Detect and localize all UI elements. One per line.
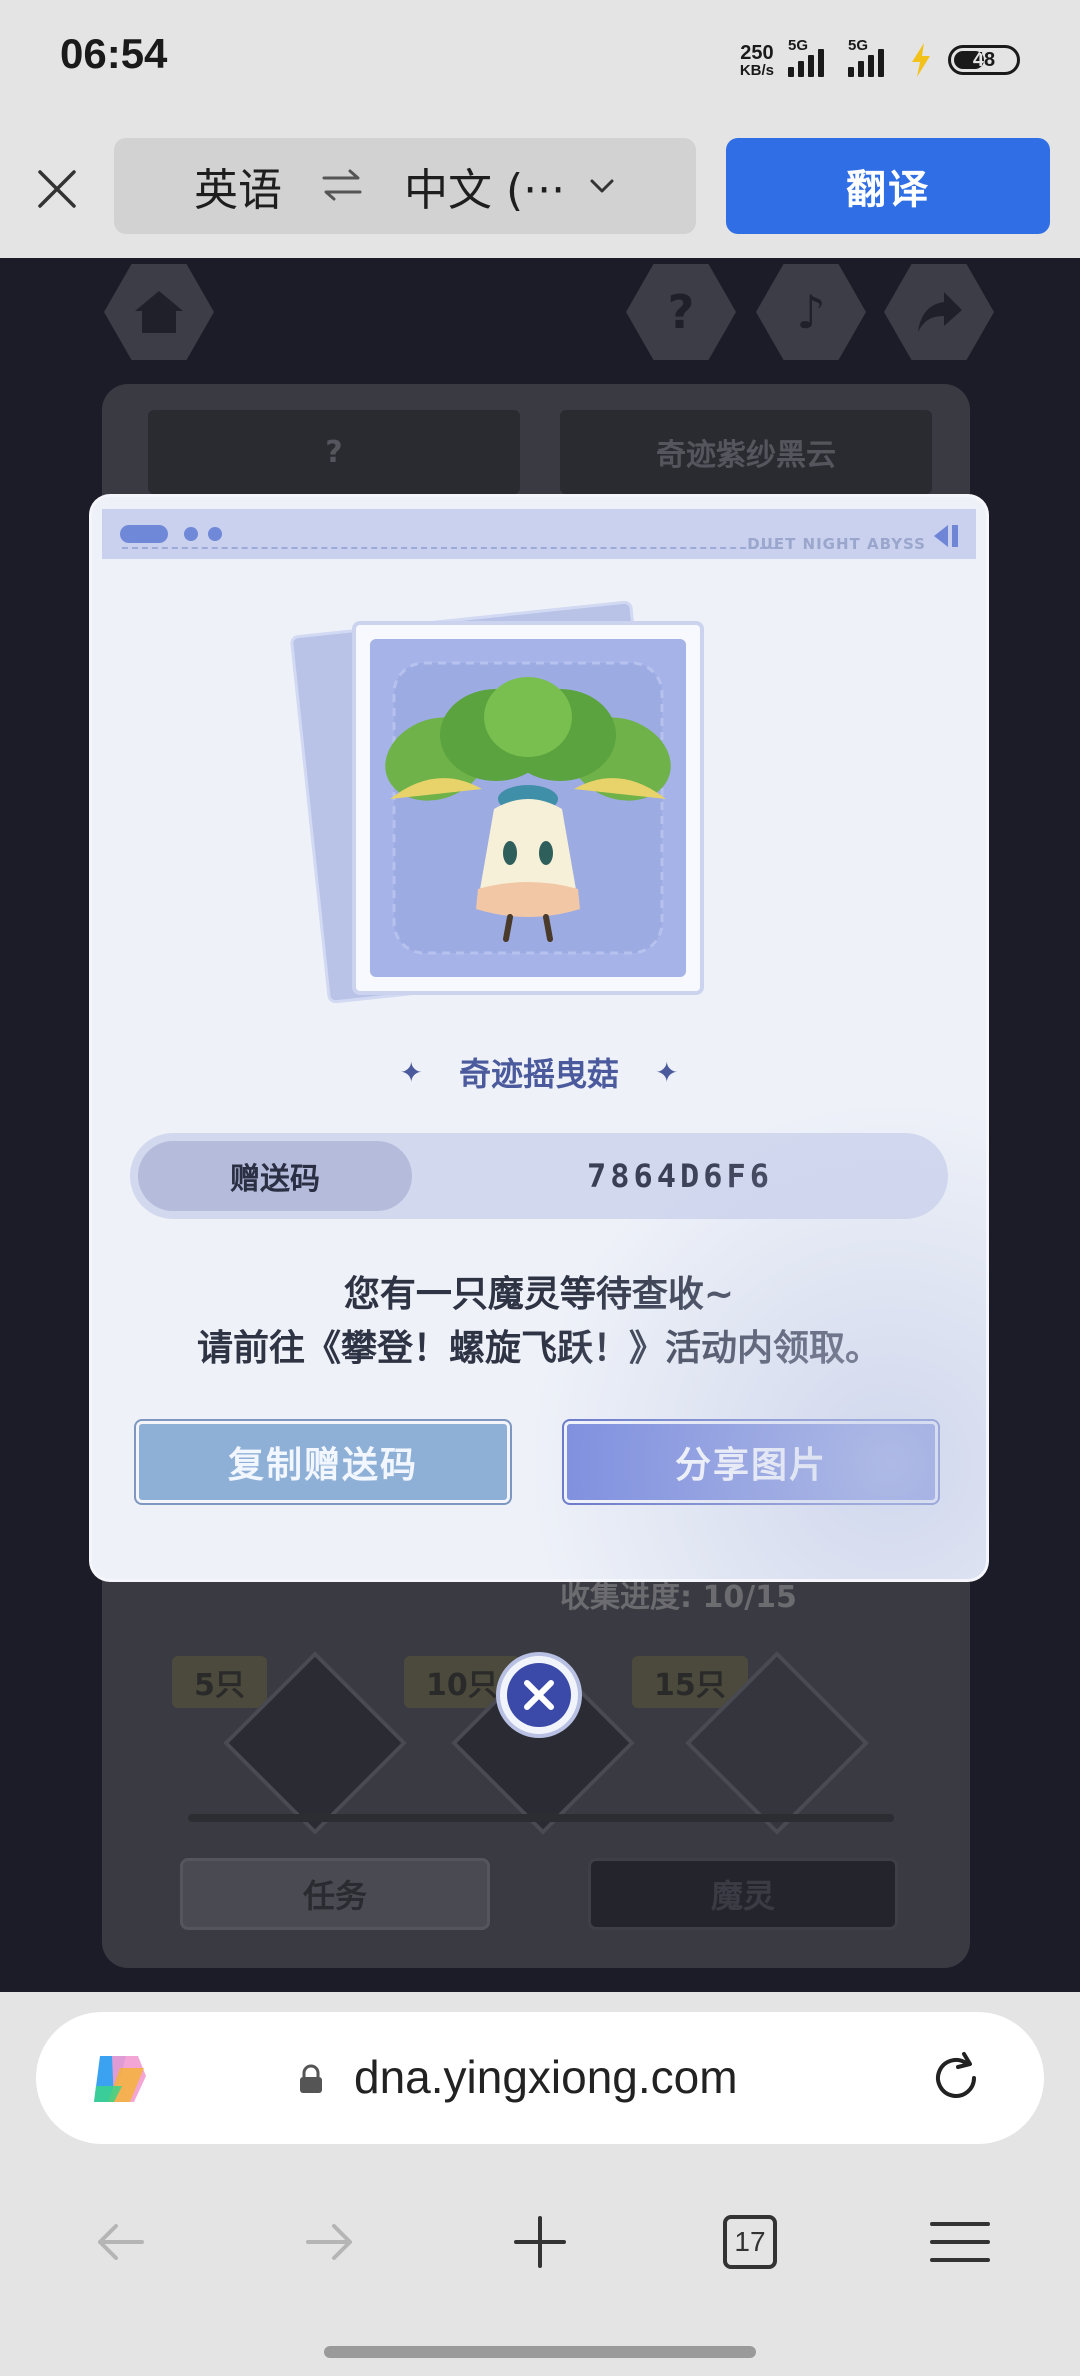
- charging-bolt-icon: [912, 43, 930, 77]
- home-icon: [135, 291, 183, 333]
- forward-button[interactable]: [298, 2210, 362, 2274]
- back-icon: [98, 2224, 144, 2260]
- message-line-2: 请前往《攀登！螺旋飞跃！》活动内领取。: [196, 1328, 881, 1369]
- message-line-1: 您有一只魔灵等待查收~: [343, 1274, 735, 1315]
- copy-gift-code-button[interactable]: 复制赠送码: [136, 1421, 510, 1503]
- close-icon: [524, 1680, 554, 1710]
- music-icon: ♪: [796, 285, 826, 339]
- sparkle-right-icon: ✦: [655, 1055, 679, 1089]
- forward-icon: [306, 2224, 352, 2260]
- spirit-portrait: [370, 639, 686, 977]
- header-arrow-icon: [934, 525, 958, 547]
- new-tab-icon: [514, 2216, 566, 2268]
- close-icon: [38, 170, 76, 208]
- copilot-icon[interactable]: [86, 2046, 152, 2112]
- gift-code-dialog: DUET NIGHT ABYSS ✦ 奇迹摇曳菇 ✦ 赠送码 7864D6F6 …: [92, 497, 986, 1579]
- language-selector[interactable]: 英语 中文 (···: [114, 138, 696, 234]
- signal-1-icon: 5G: [788, 37, 834, 77]
- network-speed-unit: KB/s: [739, 61, 774, 79]
- lock-icon: [300, 2064, 322, 2093]
- reward-badge-5: 5只: [172, 1656, 267, 1708]
- translate-bar: 英语 中文 (··· 翻译: [0, 120, 1080, 258]
- new-tab-button[interactable]: [508, 2210, 572, 2274]
- signal-2-label: 5G: [848, 37, 869, 54]
- dialog-header: DUET NIGHT ABYSS: [102, 509, 976, 559]
- share-icon: [918, 292, 962, 332]
- gift-code-value[interactable]: 7864D6F6: [412, 1133, 948, 1219]
- home-indicator[interactable]: [324, 2346, 756, 2358]
- status-time: 06:54: [60, 30, 168, 77]
- gift-code-label: 赠送码: [138, 1141, 412, 1211]
- sparkle-left-icon: ✦: [399, 1055, 423, 1089]
- browser-nav-row: 17: [0, 2192, 1080, 2292]
- close-translate-button[interactable]: [28, 160, 86, 218]
- mushroom-spirit-icon: [385, 661, 671, 955]
- signal-1-label: 5G: [788, 37, 809, 54]
- address-bar[interactable]: dna.yingxiong.com: [36, 2012, 1044, 2144]
- translate-button[interactable]: 翻译: [726, 138, 1050, 234]
- spirit-name-row: ✦ 奇迹摇曳菇 ✦: [92, 1049, 986, 1095]
- back-button[interactable]: [88, 2210, 152, 2274]
- battery-level: 48: [972, 48, 996, 71]
- dialog-brand: DUET NIGHT ABYSS: [747, 535, 926, 553]
- bg-tab-right: 奇迹紫纱黑云: [560, 410, 932, 494]
- target-language[interactable]: 中文 (···: [404, 154, 565, 218]
- tabs-icon: 17: [723, 2215, 777, 2269]
- network-speed-value: 250: [740, 41, 774, 64]
- share-page-button[interactable]: [884, 264, 994, 360]
- chevron-down-icon[interactable]: [584, 168, 620, 204]
- spirit-name: 奇迹摇曳菇: [458, 1055, 619, 1093]
- tabs-button[interactable]: 17: [718, 2210, 782, 2274]
- source-language[interactable]: 英语: [194, 154, 282, 218]
- home-button[interactable]: [104, 264, 214, 360]
- close-dialog-button[interactable]: [496, 1652, 582, 1738]
- browser-bottom-bar: dna.yingxiong.com 17: [0, 1992, 1080, 2376]
- network-speed: 250 KB/s: [740, 43, 774, 78]
- signal-2-icon: 5G: [848, 37, 894, 77]
- status-indicators: 250 KB/s 5G 5G 48: [740, 37, 1020, 82]
- bg-tab-left: ?: [148, 410, 520, 494]
- help-icon: ?: [667, 285, 695, 339]
- spirits-button[interactable]: 魔灵: [588, 1858, 898, 1930]
- menu-button[interactable]: [928, 2210, 992, 2274]
- status-bar: 06:54 250 KB/s 5G 5G 48: [0, 0, 1080, 120]
- tasks-button[interactable]: 任务: [180, 1858, 490, 1930]
- music-button[interactable]: ♪: [756, 264, 866, 360]
- gift-code-row: 赠送码 7864D6F6: [130, 1133, 948, 1219]
- reload-icon[interactable]: [926, 2048, 986, 2108]
- share-image-button[interactable]: 分享图片: [564, 1421, 938, 1503]
- reward-progress-track: [188, 1814, 894, 1822]
- battery-icon: 48: [948, 45, 1020, 75]
- spirit-card: [352, 621, 704, 995]
- menu-icon: [930, 2222, 990, 2262]
- url-text[interactable]: dna.yingxiong.com: [354, 2050, 738, 2104]
- help-button[interactable]: ?: [626, 264, 736, 360]
- swap-icon[interactable]: [320, 164, 364, 208]
